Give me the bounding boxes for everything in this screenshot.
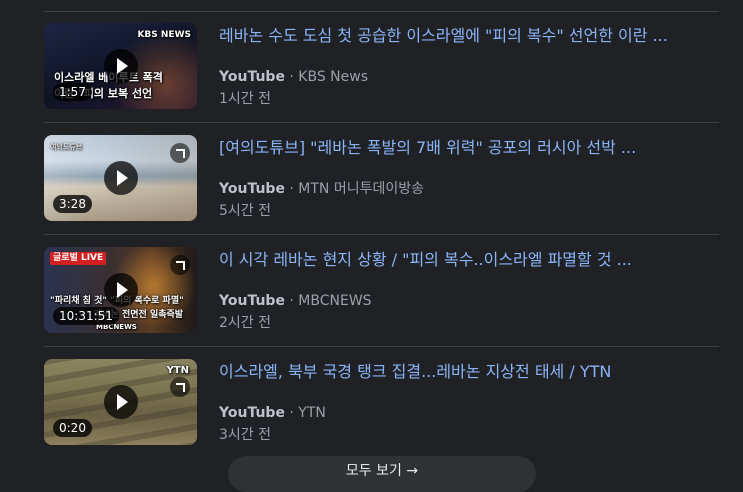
play-icon[interactable]	[104, 49, 138, 83]
platform-name: YouTube	[219, 69, 285, 85]
platform-name: YouTube	[219, 405, 285, 421]
video-source: YouTube · YTN	[219, 404, 326, 422]
channel-name: YTN	[298, 405, 326, 421]
play-icon[interactable]	[104, 161, 138, 195]
live-badge: 글로벌 LIVE	[50, 252, 107, 265]
play-icon[interactable]	[104, 385, 138, 419]
video-result-3[interactable]: 글로벌 LIVE "파리채 침 것" "피의 복수로 파멸" 레바논 전면전 일…	[44, 235, 719, 347]
video-result-4[interactable]: YTN 0:20 이스라엘, 북부 국경 탱크 집결...레바논 지상전 태세 …	[44, 347, 719, 458]
video-time: 3시간 전	[219, 427, 271, 443]
separator: ·	[289, 69, 294, 85]
play-icon[interactable]	[104, 273, 138, 307]
video-time: 2시간 전	[219, 315, 271, 331]
separator: ·	[289, 405, 294, 421]
video-source: YouTube · MBCNEWS	[219, 292, 372, 310]
video-title[interactable]: [여의도튜브] "레바논 폭발의 7배 위력" 공포의 러시아 선박 ...	[219, 137, 719, 159]
video-duration: 0:20	[53, 419, 92, 437]
video-duration: 3:28	[53, 195, 92, 213]
video-thumbnail[interactable]: KBS NEWS 이스라엘 베이루트 폭격 이란 "피의 보복 선언 1:57	[44, 23, 197, 109]
video-result-1[interactable]: KBS NEWS 이스라엘 베이루트 폭격 이란 "피의 보복 선언 1:57 …	[44, 11, 719, 123]
video-thumbnail[interactable]: YTN 0:20	[44, 359, 197, 445]
video-title[interactable]: 이스라엘, 북부 국경 탱크 집결...레바논 지상전 태세 / YTN	[219, 361, 719, 383]
thumbnail-logo: YTN	[166, 365, 189, 376]
channel-name: MBCNEWS	[298, 293, 372, 309]
video-title[interactable]: 이 시각 레바논 현지 상황 / "피의 복수..이스라엘 파멸할 것 ...	[219, 249, 719, 271]
platform-name: YouTube	[219, 293, 285, 309]
video-thumbnail[interactable]: 글로벌 LIVE "파리채 침 것" "피의 복수로 파멸" 레바논 전면전 일…	[44, 247, 197, 333]
video-time: 1시간 전	[219, 91, 271, 107]
expand-icon[interactable]	[170, 377, 190, 397]
channel-name: KBS News	[298, 69, 369, 85]
video-duration: 10:31:51	[53, 307, 119, 325]
separator: ·	[289, 293, 294, 309]
video-duration: 1:57	[53, 83, 92, 101]
platform-name: YouTube	[219, 181, 285, 197]
expand-icon[interactable]	[170, 143, 190, 163]
video-source: YouTube · KBS News	[219, 68, 368, 86]
channel-name: MTN 머니투데이방송	[298, 181, 425, 197]
video-source: YouTube · MTN 머니투데이방송	[219, 180, 424, 198]
video-time: 5시간 전	[219, 203, 271, 219]
video-title[interactable]: 레바논 수도 도심 첫 공습한 이스라엘에 "피의 복수" 선언한 이란 ...	[219, 25, 719, 47]
separator: ·	[289, 181, 294, 197]
thumbnail-tag: 여의도튜브	[50, 143, 83, 151]
video-result-2[interactable]: 여의도튜브 3:28 [여의도튜브] "레바논 폭발의 7배 위력" 공포의 러…	[44, 123, 719, 235]
expand-icon[interactable]	[170, 255, 190, 275]
show-all-button[interactable]: 모두 보기 →	[228, 456, 536, 492]
thumbnail-logo: KBS NEWS	[137, 30, 191, 40]
video-thumbnail[interactable]: 여의도튜브 3:28	[44, 135, 197, 221]
video-results-list: KBS NEWS 이스라엘 베이루트 폭격 이란 "피의 보복 선언 1:57 …	[44, 11, 719, 458]
